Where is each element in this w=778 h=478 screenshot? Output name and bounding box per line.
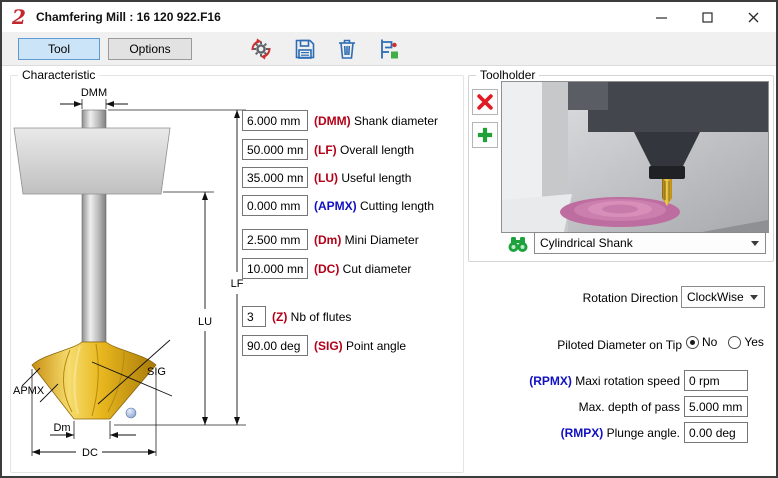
- max-rotation-speed-input[interactable]: [684, 370, 748, 391]
- dm-dimension-label: Dm: [53, 422, 70, 434]
- plus-icon: [475, 125, 495, 145]
- options-tab-button[interactable]: Options: [108, 38, 192, 60]
- rotation-direction-label: Rotation Direction: [583, 291, 678, 305]
- tool-measure-button[interactable]: [374, 35, 404, 63]
- useful-length-input[interactable]: [242, 167, 308, 188]
- toolholder-preview-render: [502, 82, 768, 232]
- tool-tab-label: Tool: [48, 42, 70, 56]
- rotation-direction-combo[interactable]: ClockWise: [681, 286, 765, 308]
- piloted-no-label[interactable]: No: [702, 335, 717, 349]
- max-depth-of-pass-input[interactable]: [684, 396, 748, 417]
- remove-toolholder-button[interactable]: [472, 89, 498, 115]
- piloted-diameter-label: Piloted Diameter on Tip: [557, 338, 682, 352]
- cutting-length-label: (APMX) Cutting length: [314, 199, 434, 213]
- trash-icon: [335, 37, 359, 61]
- shank-type-icon: [506, 234, 530, 254]
- max-depth-of-pass-label: Max. depth of pass: [579, 400, 680, 414]
- lf-dimension-label: LF: [231, 278, 244, 290]
- maximize-icon: [702, 12, 713, 23]
- sig-dimension-label: SIG: [147, 366, 166, 378]
- piloted-no-radio[interactable]: [686, 336, 699, 349]
- toolbar: Tool Options: [2, 32, 776, 66]
- minimize-button[interactable]: [638, 2, 684, 32]
- flutes-count-input[interactable]: [242, 306, 266, 327]
- rotation-direction-value: ClockWise: [687, 290, 744, 304]
- diagram-handle-dot[interactable]: [126, 408, 136, 418]
- plunge-angle-input[interactable]: [684, 422, 748, 443]
- save-icon: [293, 37, 317, 61]
- close-button[interactable]: [730, 2, 776, 32]
- apmx-dimension-label: APMX: [13, 385, 45, 397]
- gears-icon: [249, 37, 273, 61]
- point-angle-label: (SIG) Point angle: [314, 339, 406, 353]
- delete-button[interactable]: [332, 35, 362, 63]
- characteristic-title: Characteristic: [18, 68, 99, 82]
- mini-diameter-input[interactable]: [242, 229, 308, 250]
- dc-dimension-label: DC: [82, 447, 98, 459]
- piloted-yes-label[interactable]: Yes: [744, 335, 764, 349]
- point-angle-input[interactable]: [242, 335, 308, 356]
- close-icon: [748, 12, 759, 23]
- red-x-icon: [475, 92, 495, 112]
- flutes-count-label: (Z) Nb of flutes: [272, 310, 351, 324]
- overall-length-input[interactable]: [242, 139, 308, 160]
- shank-type-combo[interactable]: Cylindrical Shank: [534, 232, 766, 254]
- mini-diameter-label: (Dm) Mini Diameter: [314, 233, 419, 247]
- tool-definition-window: 2 Chamfering Mill : 16 120 922.F16 Tool …: [0, 0, 778, 478]
- max-rotation-speed-label: (RPMX) Maxi rotation speed: [529, 374, 680, 388]
- window-title: Chamfering Mill : 16 120 922.F16: [36, 10, 221, 24]
- tool-tab-button[interactable]: Tool: [18, 38, 100, 60]
- piloted-radio-group: No Yes: [686, 335, 764, 349]
- cutting-length-input[interactable]: [242, 195, 308, 216]
- app-logo: 2: [12, 5, 26, 29]
- maximize-button[interactable]: [684, 2, 730, 32]
- tool-holder-block: [14, 128, 170, 194]
- save-button[interactable]: [290, 35, 320, 63]
- chevron-down-icon: [751, 241, 759, 246]
- settings-button[interactable]: [246, 35, 276, 63]
- minimize-icon: [656, 12, 667, 23]
- add-toolholder-button[interactable]: [472, 122, 498, 148]
- dmm-dimension-label: DMM: [81, 87, 107, 99]
- overall-length-label: (LF) Overall length: [314, 143, 414, 157]
- shank-type-value: Cylindrical Shank: [540, 236, 633, 250]
- toolholder-preview: [501, 81, 769, 233]
- shank-diameter-label: (DMM) Shank diameter: [314, 114, 438, 128]
- lu-dimension-label: LU: [198, 316, 212, 328]
- useful-length-label: (LU) Useful length: [314, 171, 411, 185]
- plunge-angle-label: (RMPX) Plunge angle.: [561, 426, 680, 440]
- cut-diameter-input[interactable]: [242, 258, 308, 279]
- titlebar: 2 Chamfering Mill : 16 120 922.F16: [2, 2, 776, 32]
- cut-diameter-label: (DC) Cut diameter: [314, 262, 411, 276]
- toolholder-title: Toolholder: [476, 68, 539, 82]
- chevron-down-icon: [750, 295, 758, 300]
- options-tab-label: Options: [129, 42, 170, 56]
- shank-diameter-input[interactable]: [242, 110, 308, 131]
- tool-measure-icon: [377, 37, 401, 61]
- piloted-yes-radio[interactable]: [728, 336, 741, 349]
